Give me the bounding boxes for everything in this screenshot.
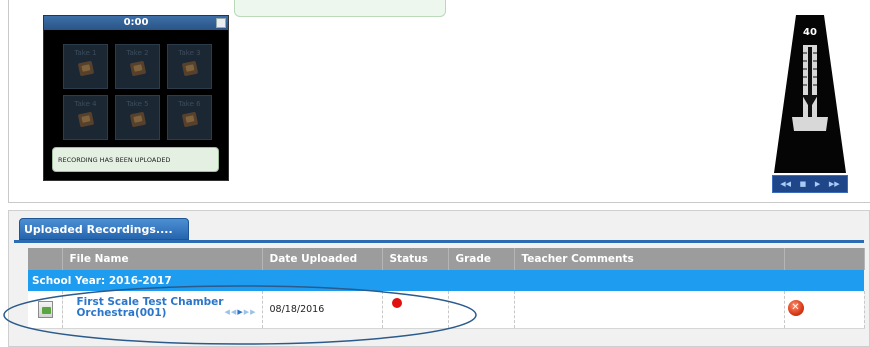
col-header-file-name: File Name <box>62 248 263 270</box>
take-3-button[interactable]: Take 3 <box>167 44 212 89</box>
recorder-time: 0:00 <box>123 17 149 28</box>
date-uploaded: 08/18/2016 <box>269 304 325 315</box>
take-icon <box>129 60 147 77</box>
recordings-table: File Name Date Uploaded Status Grade Tea… <box>28 248 865 329</box>
col-header-icon <box>28 248 63 270</box>
take-6-button[interactable]: Take 6 <box>167 95 212 140</box>
take-label: Take 4 <box>74 100 97 108</box>
metronome-tempo: 40 <box>803 27 817 38</box>
recorder-widget: 0:00 Take 1 Take 2 Take 3 Take 4 Take 5 … <box>43 15 229 181</box>
take-icon <box>181 60 199 77</box>
take-icon <box>77 111 95 128</box>
col-header-date-uploaded: Date Uploaded <box>262 248 383 270</box>
take-label: Take 5 <box>126 100 149 108</box>
take-1-button[interactable]: Take 1 <box>63 44 108 89</box>
tab-underline <box>14 240 864 243</box>
col-header-status: Status <box>382 248 449 270</box>
stop-icon[interactable]: ■ <box>800 180 807 188</box>
teacher-comments-cell <box>514 291 785 329</box>
take-label: Take 6 <box>178 100 201 108</box>
metronome-controls: ◀◀ ■ ▶ ▶▶ <box>772 175 848 193</box>
rewind-icon[interactable]: ◀◀ <box>780 180 791 188</box>
metronome: 40 ◀◀ ■ ▶ ▶▶ <box>772 13 848 193</box>
take-5-button[interactable]: Take 5 <box>115 95 160 140</box>
recording-status-message: RECORDING HAS BEEN UPLOADED <box>52 147 219 172</box>
take-icon <box>129 111 147 128</box>
take-label: Take 1 <box>74 49 97 57</box>
col-header-grade: Grade <box>448 248 515 270</box>
recording-file-icon[interactable] <box>38 300 53 318</box>
file-name-cell: First Scale Test Chamber Orchestra(001) … <box>62 291 263 329</box>
file-icon-cell <box>28 291 63 329</box>
fast-forward-icon[interactable]: ▶▶ <box>244 308 257 316</box>
take-label: Take 3 <box>178 49 201 57</box>
status-indicator-icon <box>392 298 402 308</box>
grade-cell <box>448 291 515 329</box>
school-year-row: School Year: 2016-2017 <box>28 270 864 291</box>
fast-forward-icon[interactable]: ▶▶ <box>829 180 840 188</box>
school-year-label: School Year: 2016-2017 <box>28 270 864 291</box>
play-icon[interactable]: ▶ <box>815 180 820 188</box>
col-header-actions <box>784 248 865 270</box>
table-row: First Scale Test Chamber Orchestra(001) … <box>28 291 865 329</box>
playback-arrows: ◀◀▶▶▶ <box>225 308 257 316</box>
delete-cell: ✕ <box>784 291 865 329</box>
date-uploaded-cell: 08/18/2016 <box>262 291 383 329</box>
rewind-icon[interactable]: ◀◀ <box>225 308 238 316</box>
take-icon <box>77 60 95 77</box>
uploaded-recordings-tab[interactable]: Uploaded Recordings.... <box>19 218 189 240</box>
take-label: Take 2 <box>126 49 149 57</box>
status-cell <box>382 291 449 329</box>
take-4-button[interactable]: Take 4 <box>63 95 108 140</box>
take-2-button[interactable]: Take 2 <box>115 44 160 89</box>
col-header-teacher-comments: Teacher Comments <box>514 248 785 270</box>
recorder-stop-button[interactable] <box>216 18 226 28</box>
notice-bar <box>234 0 446 17</box>
delete-icon[interactable]: ✕ <box>787 300 804 316</box>
recorder-timebar: 0:00 <box>44 16 228 30</box>
take-icon <box>181 111 199 128</box>
table-header-row: File Name Date Uploaded Status Grade Tea… <box>28 248 865 270</box>
